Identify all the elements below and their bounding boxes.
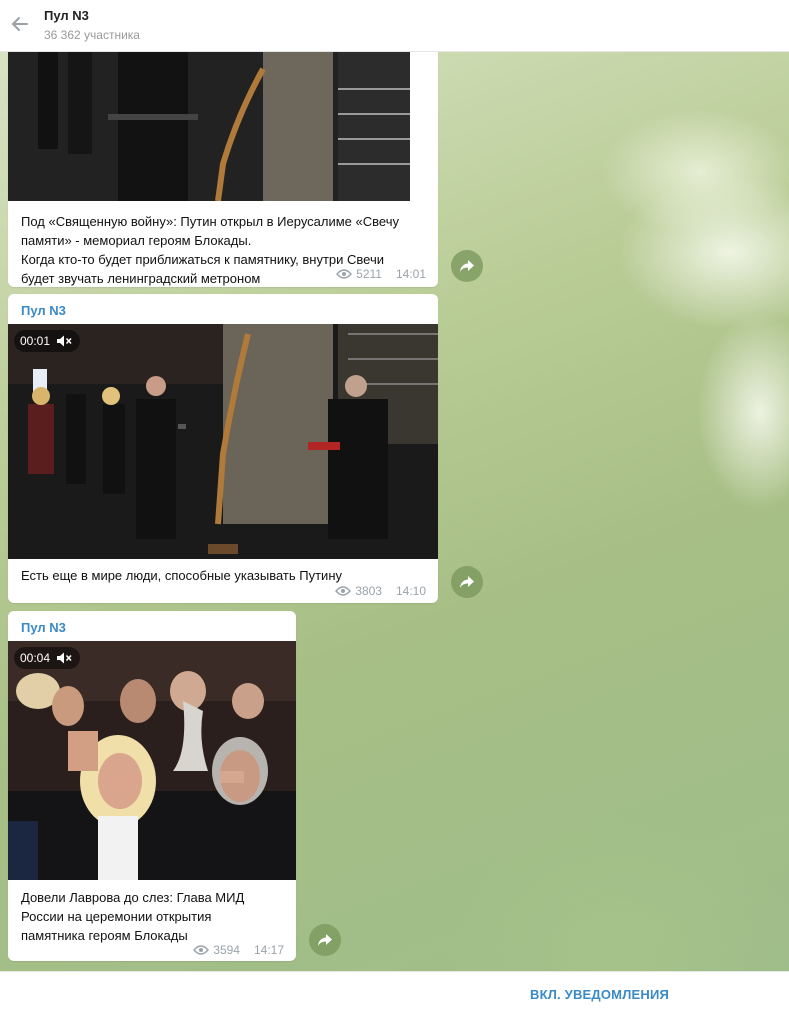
chat-area[interactable]: Под «Священную войну»: Путин открыл в Ие… bbox=[0, 52, 789, 971]
view-count: 3803 bbox=[355, 584, 382, 598]
sender-name[interactable]: Пул N3 bbox=[21, 303, 66, 318]
caption-line: Довели Лаврова до слез: Глава МИД bbox=[21, 890, 245, 905]
video-frame-image bbox=[8, 641, 296, 880]
message-bubble[interactable]: Под «Священную войну»: Путин открыл в Ие… bbox=[8, 52, 438, 287]
share-button[interactable] bbox=[451, 566, 483, 598]
video-duration-badge: 00:01 bbox=[14, 330, 81, 352]
bottom-bar: ВКЛ. УВЕДОМЛЕНИЯ bbox=[0, 971, 789, 1013]
message-bubble[interactable]: Пул N3 00:01 Есть еще в мире люди, спосо… bbox=[8, 294, 438, 603]
view-count: 5211 bbox=[356, 267, 382, 281]
muted-speaker-icon[interactable] bbox=[56, 334, 72, 348]
message-caption: Довели Лаврова до слез: Глава МИД России… bbox=[21, 888, 244, 945]
eye-icon bbox=[193, 945, 210, 955]
video-duration: 00:01 bbox=[20, 334, 51, 348]
video-duration: 00:04 bbox=[20, 651, 51, 665]
message-time: 14:17 bbox=[253, 943, 284, 957]
video-thumbnail[interactable] bbox=[8, 52, 410, 201]
share-button[interactable] bbox=[451, 250, 483, 282]
video-player[interactable]: 00:01 bbox=[8, 324, 438, 559]
caption-line: памяти» - мемориал героям Блокады. bbox=[21, 233, 252, 248]
eye-icon bbox=[335, 586, 352, 596]
caption-line: Под «Священную войну»: Путин открыл в Ие… bbox=[21, 214, 399, 229]
video-player[interactable]: 00:04 bbox=[8, 641, 296, 880]
video-duration-badge: 00:04 bbox=[14, 647, 81, 669]
sender-name[interactable]: Пул N3 bbox=[21, 620, 66, 635]
chat-header: Пул N3 36 362 участника bbox=[0, 0, 789, 52]
share-arrow-icon bbox=[460, 576, 474, 588]
message-caption: Есть еще в мире люди, способные указыват… bbox=[21, 566, 342, 585]
caption-line: России на церемонии открытия bbox=[21, 909, 212, 924]
eye-icon bbox=[336, 269, 353, 279]
share-arrow-icon bbox=[460, 260, 474, 272]
message-bubble[interactable]: Пул N3 00:04 Довели Лаврова до слез: Гла… bbox=[8, 611, 296, 961]
video-frame-image bbox=[8, 324, 438, 559]
video-frame-image bbox=[8, 52, 410, 201]
share-button[interactable] bbox=[309, 924, 341, 956]
message-time: 14:01 bbox=[395, 267, 426, 281]
message-meta: 3594 14:17 bbox=[193, 943, 284, 957]
share-arrow-icon bbox=[318, 934, 332, 946]
member-count: 36 362 участника bbox=[44, 28, 140, 42]
caption-line: Есть еще в мире люди, способные указыват… bbox=[21, 568, 342, 583]
message-time: 14:10 bbox=[395, 584, 426, 598]
chat-title[interactable]: Пул N3 bbox=[44, 8, 89, 23]
muted-speaker-icon[interactable] bbox=[56, 651, 72, 665]
message-meta: 3803 14:10 bbox=[335, 584, 426, 598]
arrow-left-icon[interactable] bbox=[9, 13, 31, 35]
enable-notifications-button[interactable]: ВКЛ. УВЕДОМЛЕНИЯ bbox=[530, 987, 669, 1002]
message-meta: 5211 14:01 bbox=[336, 267, 426, 281]
view-count: 3594 bbox=[213, 943, 240, 957]
